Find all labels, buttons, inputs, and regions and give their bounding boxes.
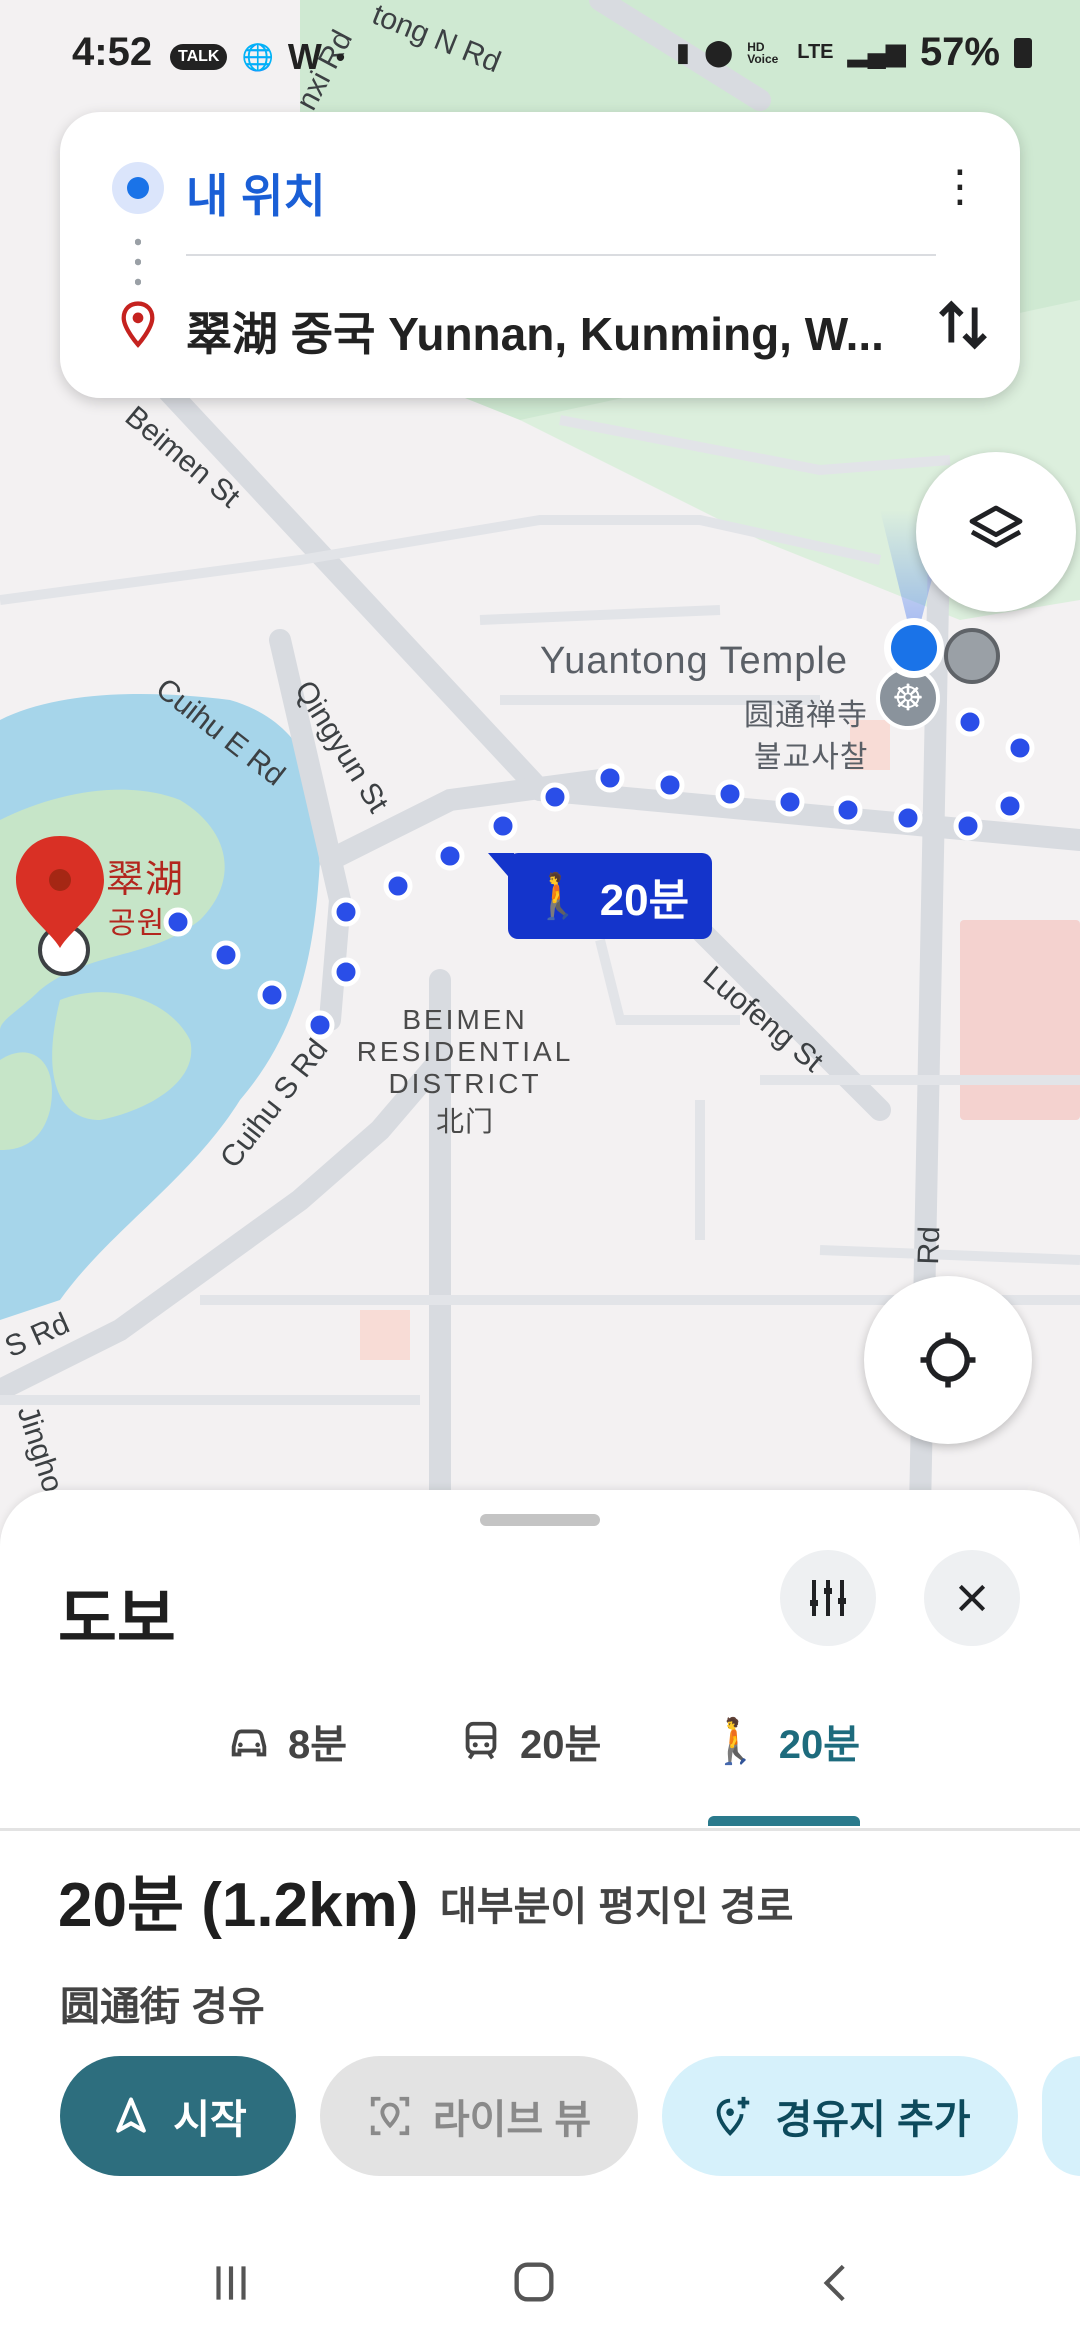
dot-icon: • — [335, 41, 345, 72]
home-icon[interactable] — [508, 2256, 560, 2308]
alt-location-dot — [944, 628, 1000, 684]
live-view-button[interactable]: 라이브 뷰 — [320, 2056, 638, 2176]
layers-button[interactable] — [916, 452, 1076, 612]
poi-yuantong-cn: 圆通禅寺 — [744, 699, 868, 732]
destination-pin-icon — [121, 301, 155, 348]
poi-yuantong-temple[interactable]: Yuantong Temple — [540, 640, 848, 683]
active-tab-indicator — [708, 1816, 860, 1826]
route-via: 圆通街 경유 — [60, 1985, 265, 2029]
recent-apps-icon[interactable] — [206, 2258, 256, 2308]
street-label: Rd — [912, 1225, 947, 1266]
poi-cuihu-cn[interactable]: 翠湖 — [106, 848, 184, 903]
district-line: DISTRICT — [388, 1068, 542, 1099]
close-icon — [958, 1584, 986, 1612]
tab-walk[interactable]: 🚶 20분 — [708, 1712, 860, 1770]
sheet-title: 도보 — [58, 1583, 176, 1655]
car-icon — [231, 1729, 267, 1757]
district-line: RESIDENTIAL — [356, 1036, 574, 1067]
more-vert-icon: ⋮ — [938, 162, 982, 211]
hd-voice-icon: HD Voice — [747, 39, 779, 66]
w-app-icon: W — [287, 36, 322, 77]
tab-walk-label: 20분 — [778, 1723, 861, 1767]
tab-drive-label: 8분 — [288, 1723, 348, 1767]
destination-field[interactable]: 翠湖 중국 Yunnan, Kunming, W... — [186, 298, 926, 364]
origin-field[interactable]: 내 위치 — [186, 160, 326, 226]
crosshair-icon — [920, 1332, 976, 1388]
divider — [186, 254, 936, 256]
directions-sheet: 도보 8분 20분 🚶 20분 20분 (1.2km) 대부분이 평지인 경로 … — [0, 1490, 1080, 2340]
walk-icon: 🚶 — [530, 872, 586, 921]
route-duration-distance: 20분 (1.2km) — [58, 1871, 419, 1940]
system-nav-bar — [0, 2228, 1080, 2340]
globe-icon: 🌐 — [241, 41, 274, 72]
location-icon: ⬤ — [704, 37, 734, 67]
chat-bubble-icon: TALK — [170, 44, 228, 70]
battery-percent: 57% — [919, 30, 1000, 74]
status-bar: 4:52 TALK 🌐 W • ▮ ⬤ HD Voice LTE ▂▄▆ 57% — [0, 0, 1080, 110]
signal-icon: ▂▄▆ — [847, 37, 906, 67]
swap-icon — [939, 300, 987, 350]
more-options-button[interactable]: ⋮ — [930, 152, 990, 222]
transit-icon — [465, 1721, 497, 1760]
add-stop-label: 경유지 추가 — [775, 2098, 971, 2142]
tab-transit-label: 20분 — [520, 1723, 602, 1767]
tab-drive[interactable]: 8분 — [226, 1712, 347, 1770]
origin-dot-icon — [112, 162, 164, 214]
close-button[interactable] — [924, 1550, 1020, 1646]
svg-text:☸: ☸ — [892, 678, 924, 719]
swap-route-button[interactable] — [928, 290, 998, 360]
status-time: 4:52 — [72, 30, 153, 74]
walk-icon: 🚶 — [708, 1717, 763, 1766]
add-stop-button[interactable]: 경유지 추가 — [662, 2056, 1018, 2176]
layers-icon — [969, 505, 1023, 548]
start-navigation-button[interactable]: 시작 — [60, 2056, 296, 2176]
walk-duration-text: 20분 — [599, 876, 690, 925]
battery-saver-icon: ▮ — [675, 37, 691, 67]
district-line: 北门 — [435, 1106, 494, 1137]
my-location-button[interactable] — [864, 1276, 1032, 1444]
travel-mode-tabs: 8분 20분 🚶 20분 — [0, 1690, 1080, 1831]
lte-icon: LTE — [797, 41, 834, 63]
live-view-icon — [370, 2096, 409, 2136]
route-input-card: 내 위치 翠湖 중국 Yunnan, Kunming, W... ⋮ — [60, 112, 1020, 398]
add-location-icon — [717, 2096, 750, 2136]
tab-transit[interactable]: 20분 — [458, 1712, 601, 1770]
sheet-handle[interactable] — [480, 1514, 600, 1526]
back-icon[interactable] — [812, 2258, 862, 2308]
district-label: BEIMEN RESIDENTIAL DISTRICT 北门 — [350, 1004, 580, 1140]
district-line: BEIMEN — [402, 1004, 528, 1035]
navigation-arrow-icon — [116, 2097, 147, 2133]
live-view-label: 라이브 뷰 — [432, 2098, 592, 2142]
route-description: 대부분이 평지인 경로 — [440, 1885, 794, 1929]
tune-icon — [810, 1580, 846, 1616]
route-connector — [135, 232, 141, 292]
poi-yuantong-kr: 불교사찰 — [754, 741, 869, 774]
route-options-button[interactable] — [780, 1550, 876, 1646]
start-label: 시작 — [173, 2098, 247, 2142]
walk-duration-badge[interactable]: 🚶 20분 — [488, 853, 712, 939]
more-actions-pill[interactable] — [1042, 2056, 1080, 2176]
battery-icon — [1014, 37, 1032, 68]
poi-cuihu-kr: 공원 — [108, 907, 166, 940]
